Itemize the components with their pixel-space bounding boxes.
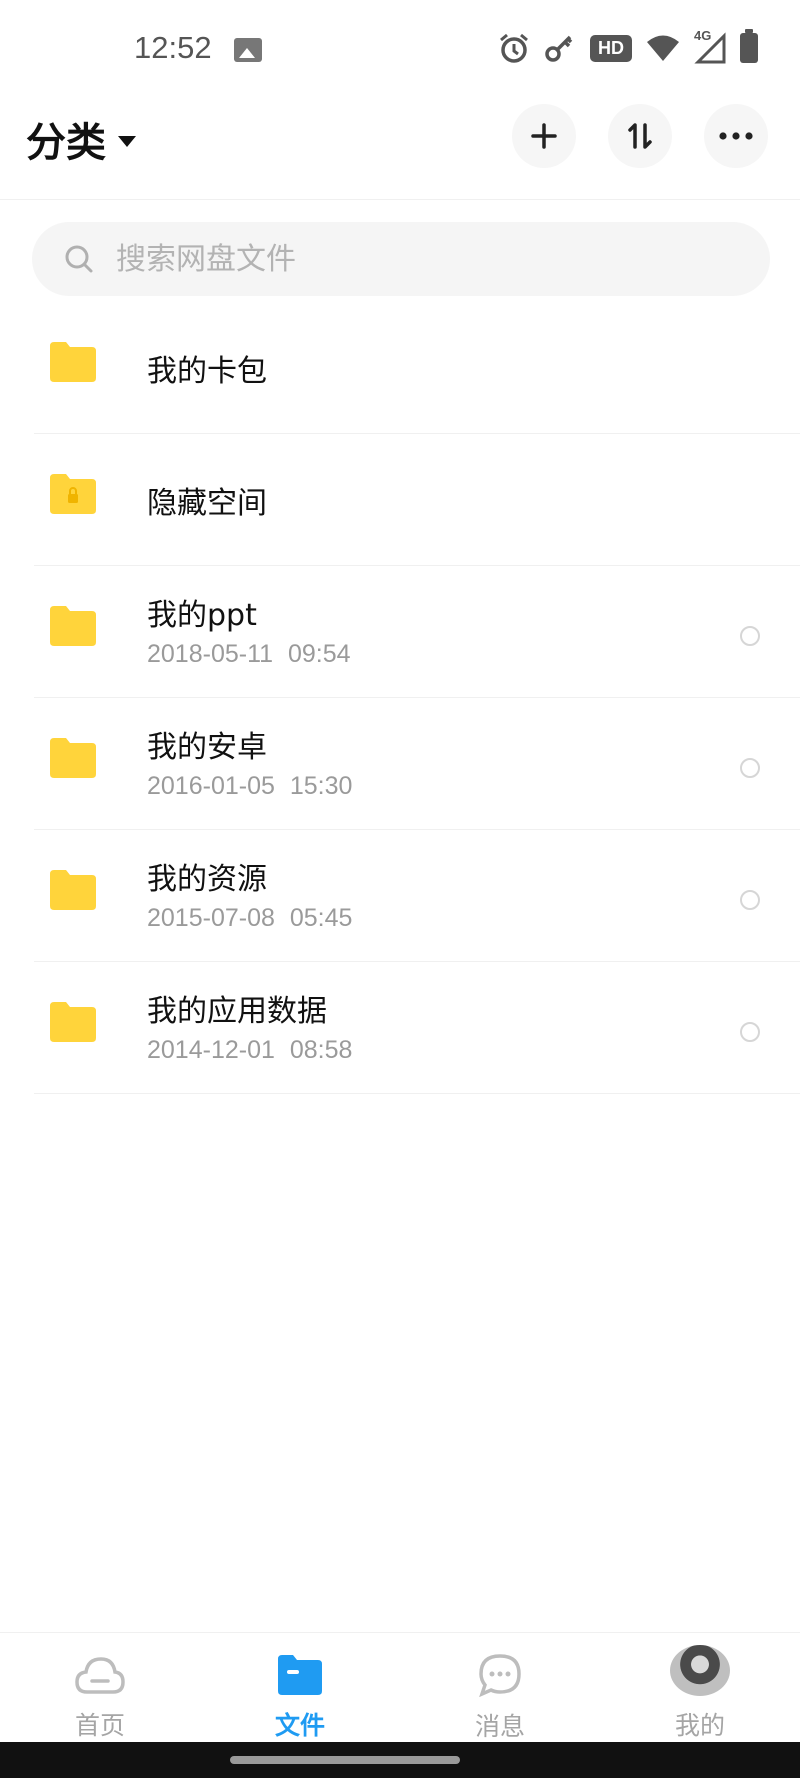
folder-icon: [50, 870, 96, 910]
cellular-signal-icon: 4G: [694, 28, 726, 64]
hd-badge: HD: [590, 34, 632, 62]
list-item[interactable]: 隐藏空间: [34, 434, 800, 566]
folder-icon: [50, 606, 96, 646]
nav-label: 文件: [274, 1711, 325, 1740]
nav-home[interactable]: 首页: [0, 1633, 200, 1742]
file-date: 2018-05-11 09:54: [147, 640, 351, 668]
select-radio[interactable]: [740, 890, 760, 910]
folder-icon: [50, 738, 96, 778]
file-text: 我的安卓 2016-01-05 15:30: [147, 722, 352, 801]
file-date: 2016-01-05 15:30: [147, 772, 353, 800]
file-text: 隐藏空间: [147, 478, 267, 522]
list-item[interactable]: 我的应用数据 2014-12-01 08:58: [34, 962, 800, 1094]
file-date: 2015-07-08 05:45: [147, 904, 353, 932]
file-text: 我的卡包: [147, 346, 267, 390]
file-folder-icon: [274, 1653, 326, 1696]
header: 分类: [0, 96, 800, 200]
alarm-icon: [500, 33, 528, 63]
gesture-bar: [0, 1742, 800, 1778]
file-name: 我的ppt: [147, 598, 257, 633]
folder-icon: [50, 1002, 96, 1042]
list-item[interactable]: 我的卡包: [34, 302, 800, 434]
battery-icon: [740, 29, 758, 63]
nav-label: 消息: [474, 1712, 525, 1741]
list-item[interactable]: 我的安卓 2016-01-05 15:30: [34, 698, 800, 830]
nav-profile[interactable]: 我的: [600, 1633, 800, 1742]
file-name: 我的卡包: [147, 354, 267, 389]
nav-label: 我的: [674, 1711, 725, 1740]
file-text: 我的ppt 2018-05-11 09:54: [147, 590, 351, 669]
select-radio[interactable]: [740, 758, 760, 778]
search-bar[interactable]: [32, 222, 770, 296]
cloud-icon: [74, 1653, 126, 1696]
nav-messages[interactable]: 消息: [400, 1633, 600, 1742]
file-name: 我的应用数据: [147, 994, 327, 1029]
folder-icon: [50, 342, 96, 382]
status-bar: 12:52 HD 4G: [0, 0, 800, 96]
image-notification-icon: [234, 38, 262, 62]
status-time: 12:52: [134, 30, 212, 65]
nav-files[interactable]: 文件: [200, 1633, 400, 1742]
file-name: 我的安卓: [147, 730, 267, 765]
more-icon: [719, 132, 753, 140]
file-text: 我的资源 2015-07-08 05:45: [147, 854, 352, 933]
page-title: 分类: [26, 120, 106, 166]
file-name: 我的资源: [147, 862, 267, 897]
file-text: 我的应用数据 2014-12-01 08:58: [147, 986, 352, 1065]
status-icons: HD 4G: [498, 28, 758, 64]
select-radio[interactable]: [740, 1022, 760, 1042]
sort-icon: [628, 123, 652, 149]
wifi-icon: [647, 35, 679, 61]
search-icon: [65, 245, 93, 273]
bottom-nav: 首页 文件 消息 我的: [0, 1632, 800, 1742]
list-item[interactable]: 我的资源 2015-07-08 05:45: [34, 830, 800, 962]
chat-icon: [474, 1653, 526, 1697]
file-date: 2014-12-01 08:58: [147, 1036, 353, 1064]
file-list: 我的卡包 隐藏空间 我的ppt 2018-05-11 09:54 我的安卓 20…: [0, 302, 800, 1094]
lock-folder-icon: [50, 474, 96, 514]
home-indicator[interactable]: [230, 1756, 460, 1764]
file-name: 隐藏空间: [147, 486, 267, 521]
add-button[interactable]: [512, 104, 576, 168]
caret-down-icon: [118, 135, 136, 147]
select-radio[interactable]: [740, 626, 760, 646]
search-input[interactable]: [116, 241, 676, 277]
list-item[interactable]: 我的ppt 2018-05-11 09:54: [34, 566, 800, 698]
plus-icon: [531, 123, 557, 149]
more-button[interactable]: [704, 104, 768, 168]
avatar: [670, 1645, 730, 1696]
sort-button[interactable]: [608, 104, 672, 168]
nav-label: 首页: [74, 1711, 125, 1740]
vpn-key-icon: [545, 35, 573, 62]
category-dropdown[interactable]: 分类: [26, 110, 136, 168]
